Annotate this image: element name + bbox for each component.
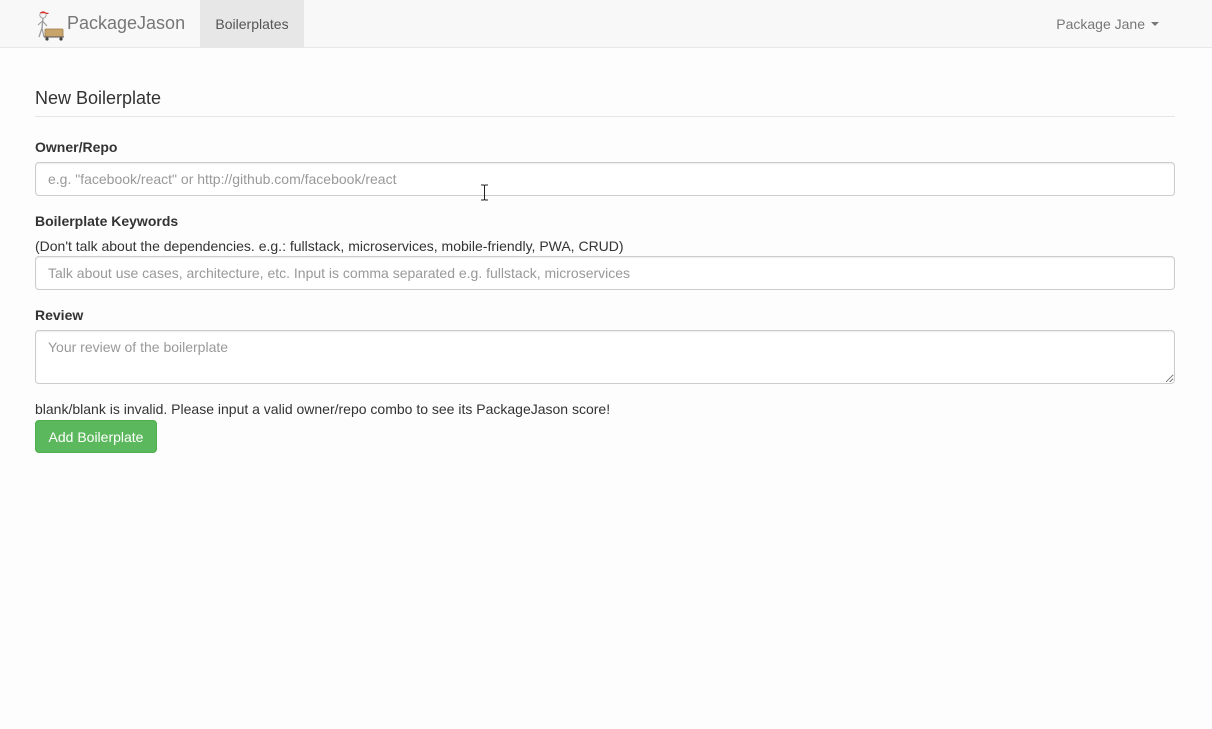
- review-field-wrapper: [35, 330, 1175, 384]
- owner-repo-label: Owner/Repo: [35, 139, 118, 155]
- keywords-label: Boilerplate Keywords: [35, 213, 179, 229]
- text-cursor-icon: [481, 184, 488, 201]
- page-title: New Boilerplate: [35, 88, 162, 108]
- title-divider: [35, 116, 1175, 117]
- add-boilerplate-button[interactable]: Add Boilerplate: [35, 420, 157, 453]
- owner-repo-input[interactable]: [35, 162, 1175, 196]
- user-menu-dropdown[interactable]: Package Jane: [1056, 0, 1159, 47]
- brand-name: PackageJason: [67, 13, 186, 33]
- keywords-help-text: (Don't talk about the dependencies. e.g.…: [35, 238, 624, 254]
- tab-boilerplates-label: Boilerplates: [215, 15, 289, 32]
- user-menu-label: Package Jane: [1056, 15, 1145, 32]
- tab-boilerplates[interactable]: Boilerplates: [200, 0, 304, 47]
- caret-down-icon: [1151, 22, 1159, 26]
- validation-message: blank/blank is invalid. Please input a v…: [35, 401, 611, 417]
- review-label: Review: [35, 307, 84, 323]
- review-textarea[interactable]: [35, 330, 1175, 384]
- package-delivery-logo-icon: [37, 10, 64, 41]
- navbar: PackageJason Boilerplates Package Jane: [0, 0, 1212, 48]
- brand-link[interactable]: PackageJason: [34, 0, 185, 47]
- keywords-input[interactable]: [35, 256, 1175, 290]
